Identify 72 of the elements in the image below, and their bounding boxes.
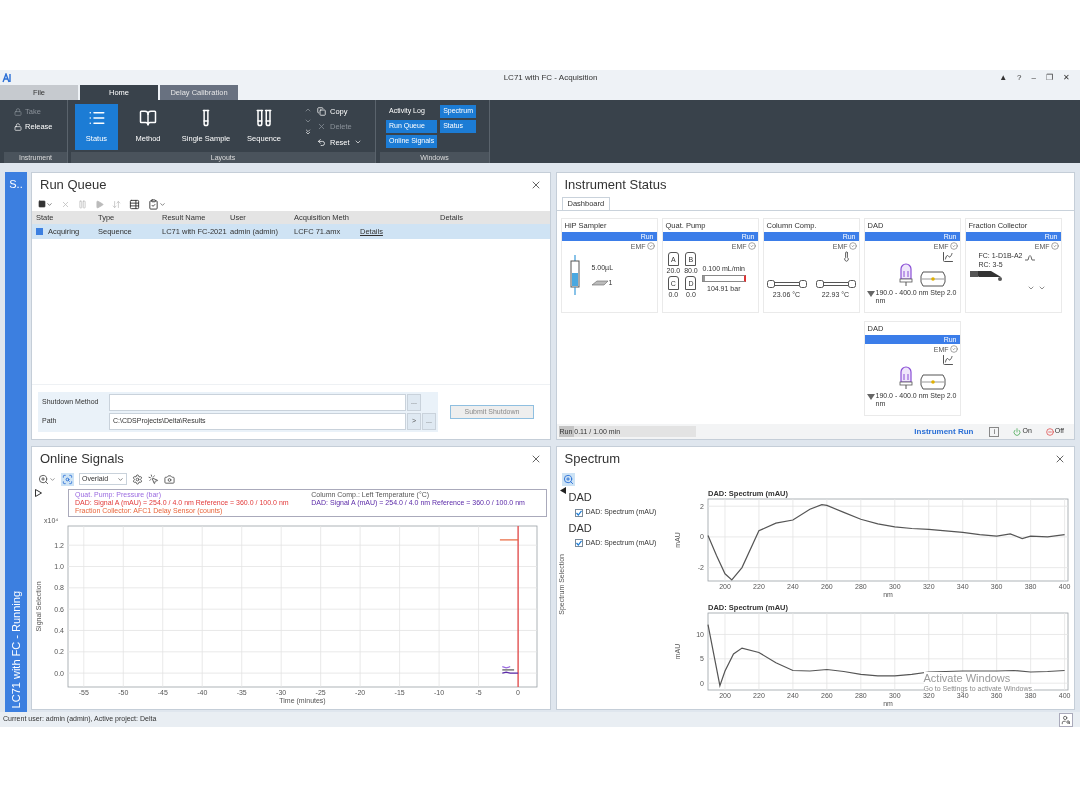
expand-triangle-icon[interactable] <box>35 489 42 497</box>
window-control-button[interactable]: ▲ <box>999 73 1008 82</box>
window-control-button[interactable]: – <box>1031 73 1036 82</box>
state-square-icon <box>36 228 43 235</box>
spectrum-chart-icon <box>941 251 954 263</box>
settings-icon[interactable] <box>132 473 143 485</box>
book-icon <box>139 109 157 128</box>
expand-icon[interactable] <box>304 128 312 136</box>
fraction-tray-drawing <box>968 269 1003 282</box>
flow-cell-drawing <box>920 271 946 287</box>
spectrum-checkbox[interactable] <box>574 508 583 517</box>
unlock-icon <box>14 122 22 131</box>
detector-group-name: DAD <box>568 520 593 536</box>
zoom-in-icon[interactable] <box>38 473 49 485</box>
scroll-down-icon[interactable] <box>304 117 312 125</box>
panel-title: Run Queue <box>40 176 107 195</box>
stop-icon[interactable] <box>38 200 46 208</box>
window-control-button[interactable]: ❐ <box>1046 73 1053 82</box>
check-circle-icon <box>1050 242 1059 250</box>
test-tubes-icon <box>255 109 273 128</box>
stop-circle-icon <box>1045 427 1054 436</box>
triangle-icon <box>866 291 875 297</box>
column-drawing <box>766 280 807 288</box>
panel-title: Online Signals <box>40 450 124 469</box>
spectrum-checkbox[interactable] <box>574 539 583 547</box>
zoom-button[interactable] <box>561 472 575 486</box>
sidebar-title[interactable]: S.. <box>9 176 23 193</box>
activation-notice-title: Activate Windows <box>923 672 1011 684</box>
caret-icon[interactable] <box>159 200 166 208</box>
syringe-drawing <box>567 255 582 295</box>
check-circle-icon <box>848 242 857 250</box>
check-circle-icon <box>949 242 958 250</box>
shutdown-method-field[interactable] <box>109 394 406 411</box>
spectrum-chart-icon <box>941 354 954 366</box>
window-title: LC71 with FC - Acquisition <box>502 71 599 84</box>
flow-cell-drawing <box>920 374 946 390</box>
magnifier-icon <box>62 473 73 485</box>
triangle-icon <box>866 394 875 400</box>
checkmark-icon <box>575 540 582 546</box>
instrument-run-link[interactable]: Instrument Run <box>914 425 974 438</box>
caret-icon[interactable] <box>49 475 56 483</box>
check-circle-icon <box>646 242 655 250</box>
window-control-button[interactable]: ? <box>1017 73 1022 82</box>
app-logo-icon <box>2 72 12 83</box>
detector-group-name: DAD <box>568 490 593 505</box>
user-search-button[interactable] <box>1059 712 1073 727</box>
power-icon <box>1013 427 1022 436</box>
user-search-icon <box>1061 714 1071 725</box>
lock-icon <box>14 107 22 116</box>
panel-title: Instrument Status <box>564 176 667 195</box>
scroll-up-icon[interactable] <box>304 106 312 114</box>
delete-icon <box>317 122 326 132</box>
collapse-triangle-icon[interactable] <box>559 487 566 494</box>
instrument-state: LC71 with FC - Running <box>8 589 23 708</box>
camera-icon[interactable] <box>164 473 175 485</box>
lamp-drawing <box>898 366 914 390</box>
window-control-button[interactable]: ✕ <box>1063 73 1070 82</box>
vial-tray-icon <box>591 279 608 286</box>
copy-icon <box>317 107 326 117</box>
column-drawing <box>815 280 856 288</box>
table-search-icon[interactable] <box>129 198 140 210</box>
panel-title: Spectrum <box>564 450 621 469</box>
lamp-drawing <box>898 263 914 287</box>
caret-icon <box>117 475 124 483</box>
zoom-mode-button[interactable] <box>61 472 74 486</box>
checkmark-icon <box>575 509 582 516</box>
undo-icon <box>317 137 326 147</box>
check-circle-icon <box>747 242 756 250</box>
close-icon[interactable] <box>1054 453 1066 465</box>
check-circle-icon <box>949 345 958 353</box>
zoom-in-icon <box>562 473 574 485</box>
clipboard-check-icon[interactable] <box>148 198 159 210</box>
